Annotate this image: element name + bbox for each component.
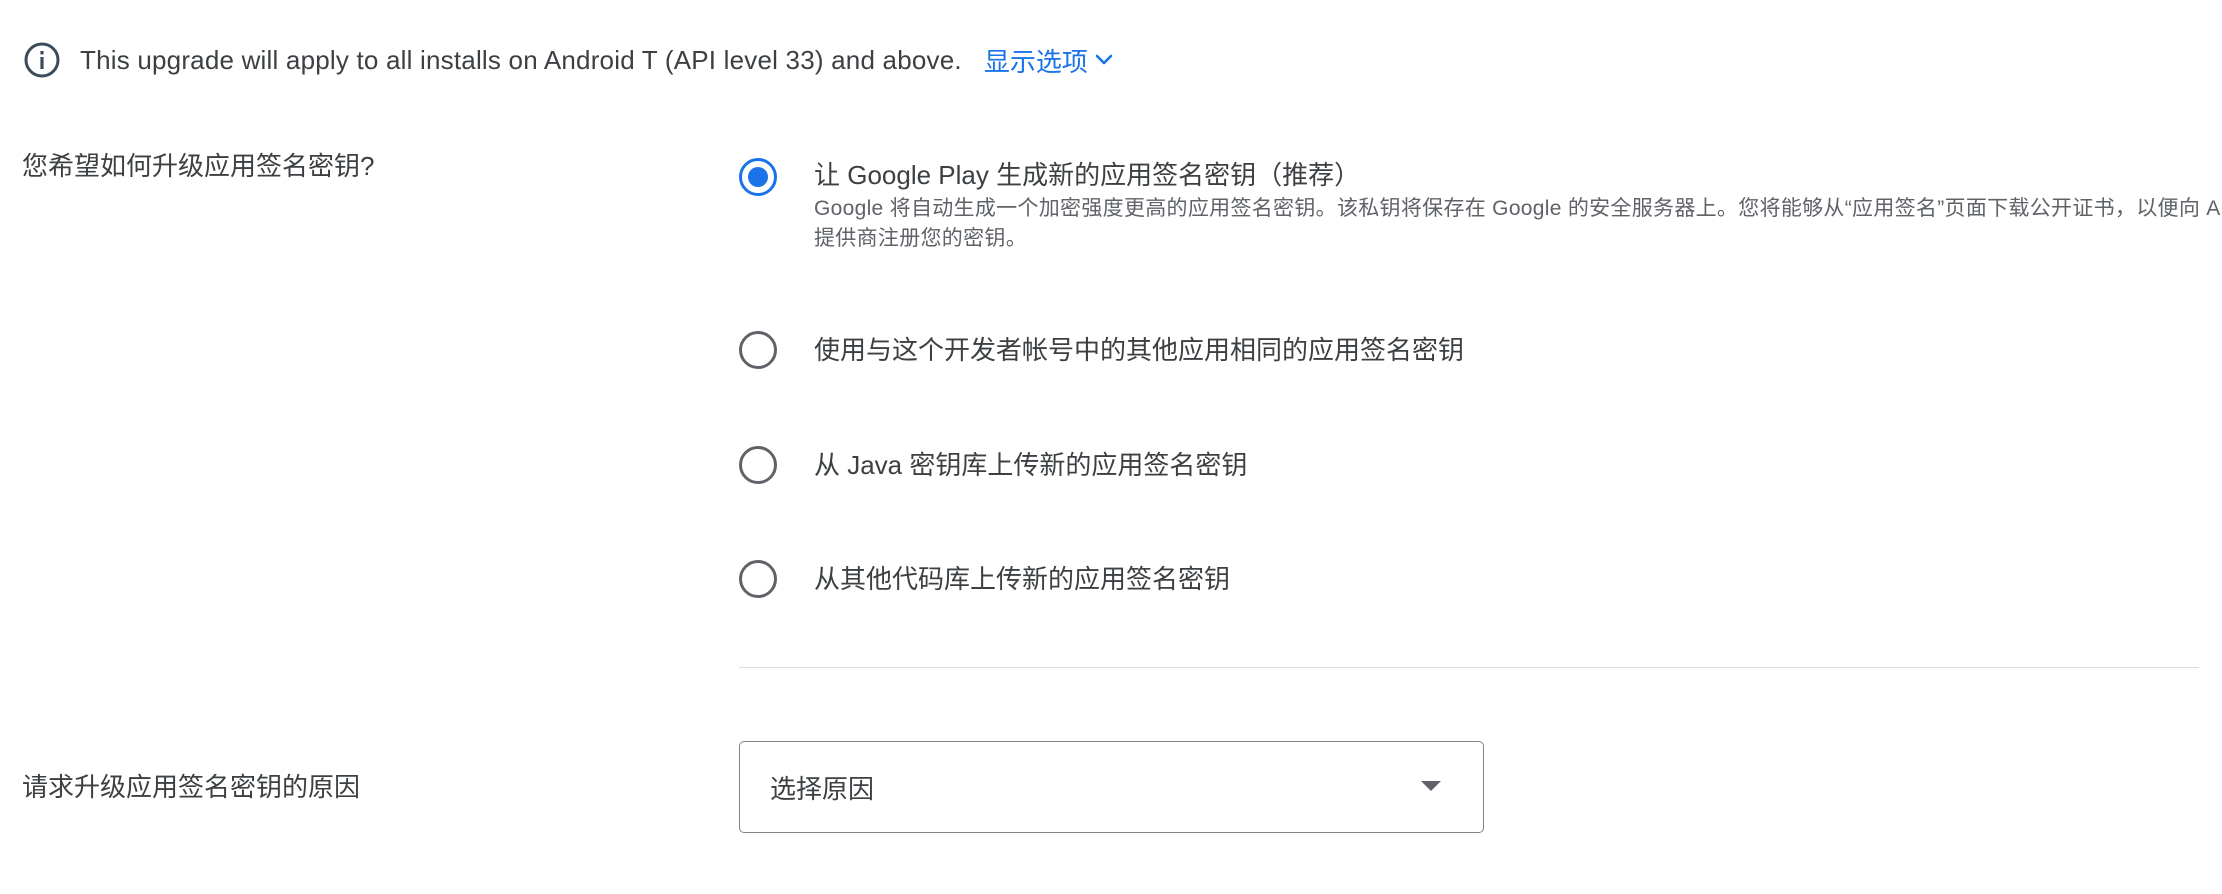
show-options-link[interactable]: 显示选项: [984, 42, 1116, 79]
radio-option-java-keystore[interactable]: 从 Java 密钥库上传新的应用签名密钥: [739, 446, 1247, 484]
radio-option-same-key[interactable]: 使用与这个开发者帐号中的其他应用相同的应用签名密钥: [739, 331, 1464, 369]
option-title: 让 Google Play 生成新的应用签名密钥（推荐）: [814, 160, 1361, 190]
radio-button[interactable]: [739, 560, 777, 598]
option-title: 从 Java 密钥库上传新的应用签名密钥: [814, 450, 1248, 480]
radio-button[interactable]: [739, 446, 777, 484]
option-description: Google 将自动生成一个加密强度更高的应用签名密钥。该私钥将保存在 Goog…: [814, 197, 2222, 250]
option-title: 使用与这个开发者帐号中的其他应用相同的应用签名密钥: [814, 335, 1465, 365]
radio-option-google-generate[interactable]: 让 Google Play 生成新的应用签名密钥（推荐） Google 将自动生…: [739, 158, 2222, 254]
chevron-down-icon: [1092, 48, 1116, 72]
radio-dot: [748, 167, 768, 187]
radio-button[interactable]: [739, 331, 777, 369]
section-divider: [739, 667, 2199, 668]
dropdown-arrow-icon: [1421, 781, 1441, 791]
option-title: 从其他代码库上传新的应用签名密钥: [814, 564, 1231, 594]
radio-button-checked[interactable]: [739, 158, 777, 196]
info-icon: [22, 40, 62, 80]
banner-text: This upgrade will apply to all installs …: [80, 44, 962, 75]
show-options-label: 显示选项: [983, 46, 1088, 77]
select-value: 选择原因: [770, 773, 875, 804]
info-banner: This upgrade will apply to all installs …: [22, 40, 1116, 80]
upgrade-question-label: 您希望如何升级应用签名密钥?: [22, 151, 375, 181]
radio-option-other-repository[interactable]: 从其他代码库上传新的应用签名密钥: [739, 560, 1230, 598]
reason-select[interactable]: 选择原因: [739, 741, 1484, 833]
reason-label: 请求升级应用签名密钥的原因: [22, 772, 361, 802]
